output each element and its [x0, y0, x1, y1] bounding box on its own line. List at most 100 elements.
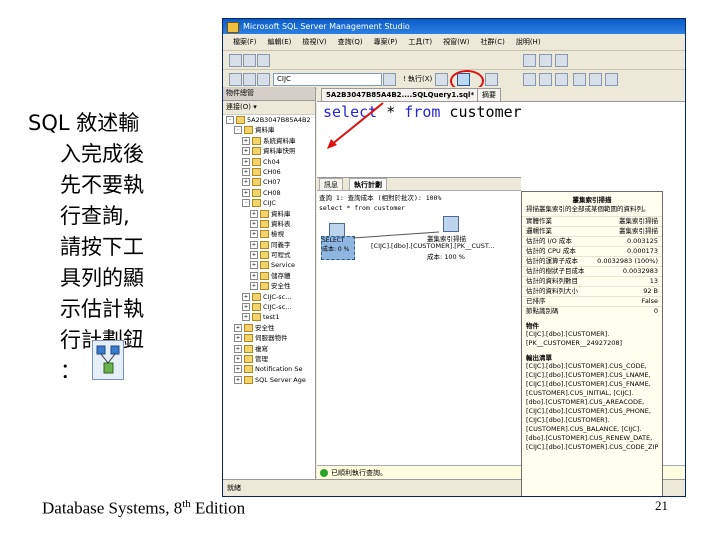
- expand-toggle-icon[interactable]: +: [234, 365, 242, 374]
- tree-item[interactable]: + 複寫: [223, 344, 315, 354]
- tree-item[interactable]: + CIJC-sc...: [223, 292, 315, 302]
- tab-summary[interactable]: 摘要: [477, 88, 501, 101]
- expand-toggle-icon[interactable]: +: [234, 334, 242, 343]
- property-value: 叢集索引掃描: [619, 217, 658, 225]
- tab-sqlquery1[interactable]: 5A2B3047B85A4B2....SQLQuery1.sql*: [321, 88, 480, 101]
- tree-item[interactable]: + 管理: [223, 354, 315, 364]
- menu-item[interactable]: 社群(C): [480, 34, 504, 50]
- expand-toggle-icon[interactable]: +: [242, 167, 250, 176]
- tree-item[interactable]: + Notification Se: [223, 364, 315, 374]
- expand-toggle-icon[interactable]: +: [234, 323, 242, 332]
- save-icon[interactable]: [257, 54, 270, 67]
- expand-toggle-icon[interactable]: -: [234, 126, 242, 135]
- tree-item[interactable]: - 資料庫: [223, 125, 315, 135]
- tree-item[interactable]: + 資料庫快照: [223, 146, 315, 156]
- tree-item[interactable]: + 資料庫: [223, 209, 315, 219]
- tree-item[interactable]: + 安全性: [223, 323, 315, 333]
- expand-toggle-icon[interactable]: +: [242, 292, 250, 301]
- tooltip-object-lines: [CIJC].[dbo].[CUSTOMER]. [PK__CUSTOMER__2…: [522, 330, 662, 348]
- query-cost-line: 查詢 1: 查詢成本 (相對於批次): 100%: [319, 194, 442, 202]
- results-to-text-icon[interactable]: [523, 73, 536, 86]
- results-to-file-icon[interactable]: [555, 73, 568, 86]
- expand-toggle-icon[interactable]: +: [250, 240, 258, 249]
- database-select[interactable]: CIJC: [273, 73, 382, 86]
- tree-item[interactable]: + CIJC-sc...: [223, 302, 315, 312]
- stop-icon[interactable]: [383, 73, 396, 86]
- expand-toggle-icon[interactable]: +: [234, 344, 242, 353]
- menu-item[interactable]: 視窗(W): [443, 34, 469, 50]
- expand-toggle-icon[interactable]: +: [242, 188, 250, 197]
- slide-text-line: 入完成後: [60, 142, 144, 166]
- select-node-label[interactable]: SELECT 成本: 0 %: [321, 236, 355, 260]
- tree-item[interactable]: + 資料表: [223, 219, 315, 229]
- activity-monitor-icon[interactable]: [523, 54, 536, 67]
- open-file-icon[interactable]: [243, 54, 256, 67]
- tree-item[interactable]: - CIJC: [223, 198, 315, 208]
- tree-item[interactable]: + 同義字: [223, 240, 315, 250]
- tree-item[interactable]: + 檢視: [223, 229, 315, 239]
- expand-toggle-icon[interactable]: +: [242, 136, 250, 145]
- connect-icon[interactable]: [229, 73, 242, 86]
- new-query-icon[interactable]: [229, 54, 242, 67]
- menu-item[interactable]: 說明(H): [516, 34, 541, 50]
- expand-toggle-icon[interactable]: +: [250, 261, 258, 270]
- expand-toggle-icon[interactable]: +: [242, 147, 250, 156]
- tab-messages[interactable]: 訊息: [319, 178, 343, 190]
- tree-item[interactable]: + CH08: [223, 188, 315, 198]
- execute-button[interactable]: ! 執行(X): [403, 74, 432, 84]
- disconnect-icon[interactable]: [243, 73, 256, 86]
- expand-toggle-icon[interactable]: -: [242, 199, 250, 208]
- menu-item[interactable]: 專案(P): [374, 34, 398, 50]
- expand-toggle-icon[interactable]: -: [226, 116, 234, 124]
- comment-icon[interactable]: [573, 73, 586, 86]
- tree-item[interactable]: + 伺服器物件: [223, 333, 315, 343]
- tree-item[interactable]: + SQL Server Age: [223, 375, 315, 385]
- expand-toggle-icon[interactable]: +: [250, 282, 258, 291]
- tree-item[interactable]: + Service: [223, 260, 315, 270]
- indent-icon[interactable]: [605, 73, 618, 86]
- object-explorer-icon[interactable]: [539, 54, 552, 67]
- expand-toggle-icon[interactable]: +: [250, 271, 258, 280]
- tab-execution-plan[interactable]: 執行計劃: [349, 178, 387, 190]
- menu-item[interactable]: 工具(T): [408, 34, 432, 50]
- tree-item[interactable]: + 安全性: [223, 281, 315, 291]
- property-name: 估計的樹狀子目成本: [526, 267, 585, 275]
- tree-item[interactable]: + Ch04: [223, 157, 315, 167]
- expand-toggle-icon[interactable]: +: [234, 375, 242, 384]
- results-to-grid-icon[interactable]: [539, 73, 552, 86]
- uncomment-icon[interactable]: [589, 73, 602, 86]
- parse-icon[interactable]: [435, 73, 448, 86]
- tree-item[interactable]: - 5A2B3047B85A4B2: [223, 115, 315, 125]
- expand-toggle-icon[interactable]: +: [250, 230, 258, 239]
- expand-toggle-icon[interactable]: +: [234, 354, 242, 363]
- expand-toggle-icon[interactable]: +: [242, 157, 250, 166]
- property-value: 0.0032983: [622, 267, 658, 275]
- menu-item[interactable]: 檢視(V): [302, 34, 326, 50]
- folder-icon: [260, 251, 269, 260]
- menu-item[interactable]: 檔案(F): [233, 34, 257, 50]
- query-options-icon[interactable]: [485, 73, 498, 86]
- property-row: 估計的資料列數目 13: [522, 276, 662, 286]
- properties-icon[interactable]: [555, 54, 568, 67]
- change-connection-icon[interactable]: [257, 73, 270, 86]
- expand-toggle-icon[interactable]: +: [242, 178, 250, 187]
- tree-item[interactable]: + 儲存體: [223, 271, 315, 281]
- connect-dropdown[interactable]: 連接(O) ▾: [223, 101, 315, 115]
- expand-toggle-icon[interactable]: +: [242, 313, 250, 322]
- folder-icon: [252, 157, 261, 166]
- tree-item[interactable]: + CH06: [223, 167, 315, 177]
- expand-toggle-icon[interactable]: +: [250, 209, 258, 218]
- tree-item[interactable]: + 可程式: [223, 250, 315, 260]
- clustered-index-scan-icon[interactable]: [443, 216, 459, 232]
- menu-item[interactable]: 編輯(E): [268, 34, 292, 50]
- menu-item[interactable]: 查詢(Q): [338, 34, 363, 50]
- tree-item[interactable]: + CH07: [223, 177, 315, 187]
- expand-toggle-icon[interactable]: +: [250, 219, 258, 228]
- tree-item[interactable]: + 系統資料庫: [223, 136, 315, 146]
- property-name: 已排序: [526, 297, 546, 305]
- expand-toggle-icon[interactable]: +: [250, 251, 258, 260]
- property-row: 節點識別碼 0: [522, 306, 662, 316]
- expand-toggle-icon[interactable]: +: [242, 303, 250, 312]
- tree-item[interactable]: + test1: [223, 312, 315, 322]
- folder-icon: [236, 116, 245, 124]
